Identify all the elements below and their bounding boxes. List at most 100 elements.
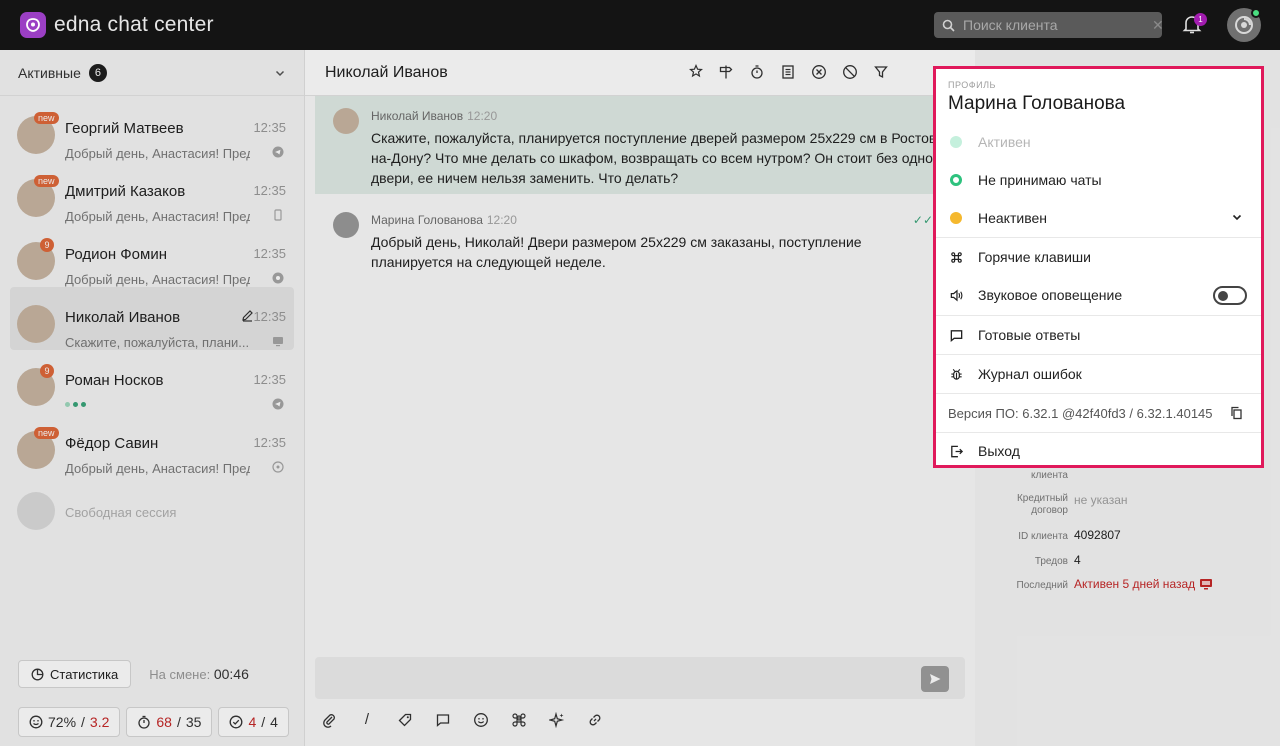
copy-icon[interactable] (1230, 406, 1243, 420)
chat-time: 12:35 (253, 246, 286, 261)
tag-icon[interactable] (397, 712, 413, 728)
brand-logo[interactable]: edna chat center (20, 12, 214, 38)
sound-toggle[interactable] (1213, 286, 1247, 305)
resolved-metric[interactable]: 4/4 (218, 707, 289, 737)
status-active[interactable]: Активен (936, 123, 1261, 161)
error-log-label: Журнал ошибок (978, 366, 1082, 382)
chat-title: Николай Иванов (325, 63, 448, 81)
shift-label: На смене: (149, 667, 211, 682)
client-name: Дмитрий Казаков (65, 183, 186, 200)
hotkeys-item[interactable]: Горячие клавиши (936, 238, 1261, 276)
chevron-down-icon[interactable] (1231, 211, 1243, 223)
status-dot-icon (948, 210, 964, 226)
notifications-count-badge: 1 (1194, 13, 1207, 26)
client-name: Георгий Матвеев (65, 120, 184, 137)
brand-name: edna chat center (54, 13, 214, 36)
chat-list-item[interactable]: new Георгий Матвеев 12:35 Добрый день, А… (10, 98, 294, 161)
timer-refresh-icon[interactable] (749, 64, 765, 80)
mobile-icon (272, 209, 284, 221)
status-ring-icon (948, 172, 964, 188)
whatsapp-icon (272, 461, 284, 473)
error-log-item[interactable]: Журнал ошибок (936, 355, 1261, 393)
filter-label: Активные (18, 64, 81, 81)
message-time: 12:20 (467, 109, 498, 123)
composer-toolbar: / (321, 711, 603, 728)
chat-list-item[interactable]: 9 Роман Носков 12:35 (10, 350, 294, 413)
chat-list-item-selected[interactable]: Николай Иванов 12:35 Скажите, пожалуйста… (10, 287, 294, 350)
operator-message: Марина Голованова 12:20 ✓✓ Добрый день, Н… (315, 200, 955, 270)
chat-list-item[interactable]: 9 Родион Фомин 12:35 Добрый день, Анаста… (10, 224, 294, 287)
signpost-icon[interactable] (718, 64, 734, 80)
top-bar: edna chat center ✕ 1 (0, 0, 1280, 50)
message-time: 12:20 (486, 213, 517, 227)
metric-value-alert: 4 (248, 714, 257, 730)
operator-name: Марина Голованова (948, 93, 1126, 114)
chat-time: 12:35 (253, 120, 286, 135)
free-session-avatar (17, 492, 55, 530)
document-icon[interactable] (780, 64, 796, 80)
check-circle-icon (229, 715, 243, 729)
status-not-accepting[interactable]: Не принимаю чаты (936, 161, 1261, 199)
last-activity-value: Активен 5 дней назад (1074, 577, 1213, 591)
chat-list-item[interactable]: new Фёдор Савин 12:35 Добрый день, Анаст… (10, 413, 294, 476)
new-badge: new (34, 112, 59, 124)
emoji-icon[interactable] (473, 712, 489, 728)
hotkeys-label: Горячие клавиши (978, 249, 1091, 265)
chat-filter[interactable]: Активные 6 (0, 50, 304, 96)
chat-time: 12:35 (253, 309, 286, 324)
typing-indicator (65, 402, 86, 407)
chat-preview: Добрый день, Анастасия! Пред... (65, 272, 250, 287)
new-badge: new (34, 175, 59, 187)
statistics-label: Статистика (50, 666, 119, 682)
star-icon[interactable] (689, 64, 703, 80)
slash-command-icon[interactable]: / (359, 711, 375, 728)
web-chat-icon (272, 272, 284, 284)
metric-value-alert: 3.2 (89, 714, 110, 730)
status-inactive[interactable]: Неактивен (936, 199, 1261, 237)
search-input[interactable] (963, 17, 1144, 33)
active-count-badge: 6 (88, 63, 107, 82)
chat-preview: Добрый день, Анастасия! Пред... (65, 461, 250, 476)
chevron-down-icon[interactable] (274, 67, 286, 79)
command-key-icon (948, 249, 964, 265)
comment-icon[interactable] (435, 712, 451, 728)
metric-value: 72% (48, 714, 77, 730)
filter-icon[interactable] (873, 64, 889, 80)
telegram-icon (272, 146, 284, 158)
bug-icon (948, 366, 964, 382)
client-id-value: 4092807 (1074, 528, 1121, 542)
link-icon[interactable] (587, 712, 603, 728)
logout-item[interactable]: Выход (936, 432, 1261, 470)
client-avatar (17, 305, 55, 343)
command-key-icon[interactable] (511, 712, 527, 728)
logout-icon (948, 443, 964, 459)
chat-list-item[interactable]: new Дмитрий Казаков 12:35 Добрый день, А… (10, 161, 294, 224)
shift-timer: На смене: 00:46 (149, 666, 249, 682)
chat-list: new Георгий Матвеев 12:35 Добрый день, А… (0, 96, 304, 476)
sound-notification-item[interactable]: Звуковое оповещение (936, 276, 1261, 314)
info-label: Последний (1016, 580, 1068, 591)
templates-item[interactable]: Готовые ответы (936, 316, 1261, 354)
client-search[interactable]: ✕ (934, 12, 1164, 38)
message-composer[interactable] (315, 657, 965, 699)
message-author: Николай Иванов 12:20 (371, 109, 498, 123)
speaker-icon (948, 287, 964, 303)
sparkle-icon[interactable] (549, 711, 565, 728)
client-name: Фёдор Савин (65, 435, 159, 452)
metrics-row: 72%/3.2 68/35 4/4 (18, 707, 289, 737)
close-circle-icon[interactable] (811, 64, 827, 80)
message-text: Добрый день, Николай! Двери размером 25х… (371, 234, 862, 270)
satisfaction-metric[interactable]: 72%/3.2 (18, 707, 121, 737)
status-label: Не принимаю чаты (978, 172, 1102, 188)
send-button[interactable] (921, 666, 949, 692)
new-badge: new (34, 427, 59, 439)
shift-time: 00:46 (213, 666, 249, 682)
paperclip-icon[interactable] (321, 712, 337, 728)
operator-avatar (333, 212, 359, 238)
clear-search-icon[interactable]: ✕ (1152, 17, 1164, 34)
block-icon[interactable] (842, 64, 858, 80)
statistics-button[interactable]: Статистика (18, 660, 132, 688)
chat-toolbar (689, 64, 889, 80)
response-time-metric[interactable]: 68/35 (126, 707, 213, 737)
profile-caption: ПРОФИЛЬ (948, 80, 996, 90)
